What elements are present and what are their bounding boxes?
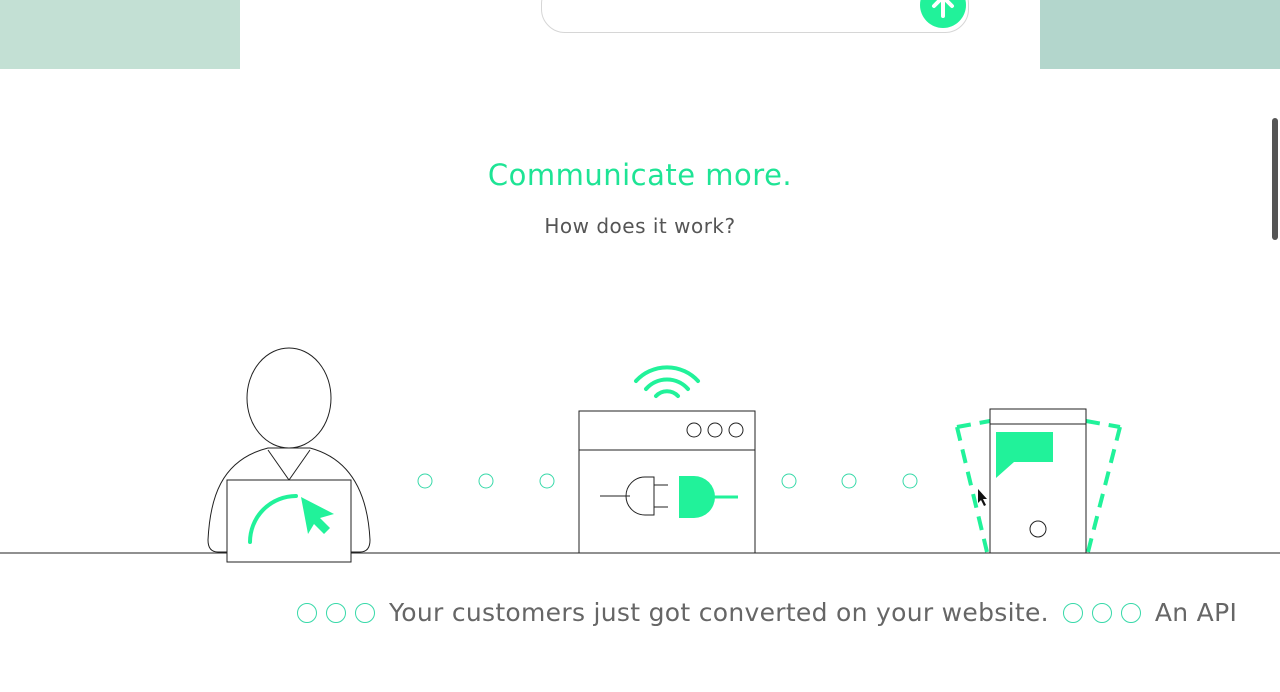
top-band-right [1040,0,1280,69]
ticker-item: An API [1154,598,1238,627]
top-band-left [0,0,240,69]
ticker-dot [297,602,317,623]
phone-chat-icon [955,408,1122,554]
signup-input[interactable] [541,0,969,33]
person-laptop-icon [207,347,371,563]
feature-ticker: Your customers just got converted on you… [297,598,1237,627]
mouse-cursor-icon [978,489,987,506]
ticker-dots [297,602,375,623]
ticker-dots [1062,602,1141,623]
how-it-works-illustration [0,347,1280,563]
arrow-up-icon [932,0,954,18]
ticker-item: Your customers just got converted on you… [389,598,1049,627]
section-title: Communicate more. [487,158,793,192]
ticker-dot [1120,602,1141,623]
connector-dots-left [417,473,555,489]
section-subtitle: How does it work? [544,214,736,238]
ticker-dot [1062,602,1083,623]
ticker-dot [326,602,346,623]
connector-dots-right [781,473,918,489]
ticker-dot [1091,602,1112,623]
wifi-icon [634,365,700,398]
ticker-dot [355,602,375,623]
plug-icon [578,410,756,554]
